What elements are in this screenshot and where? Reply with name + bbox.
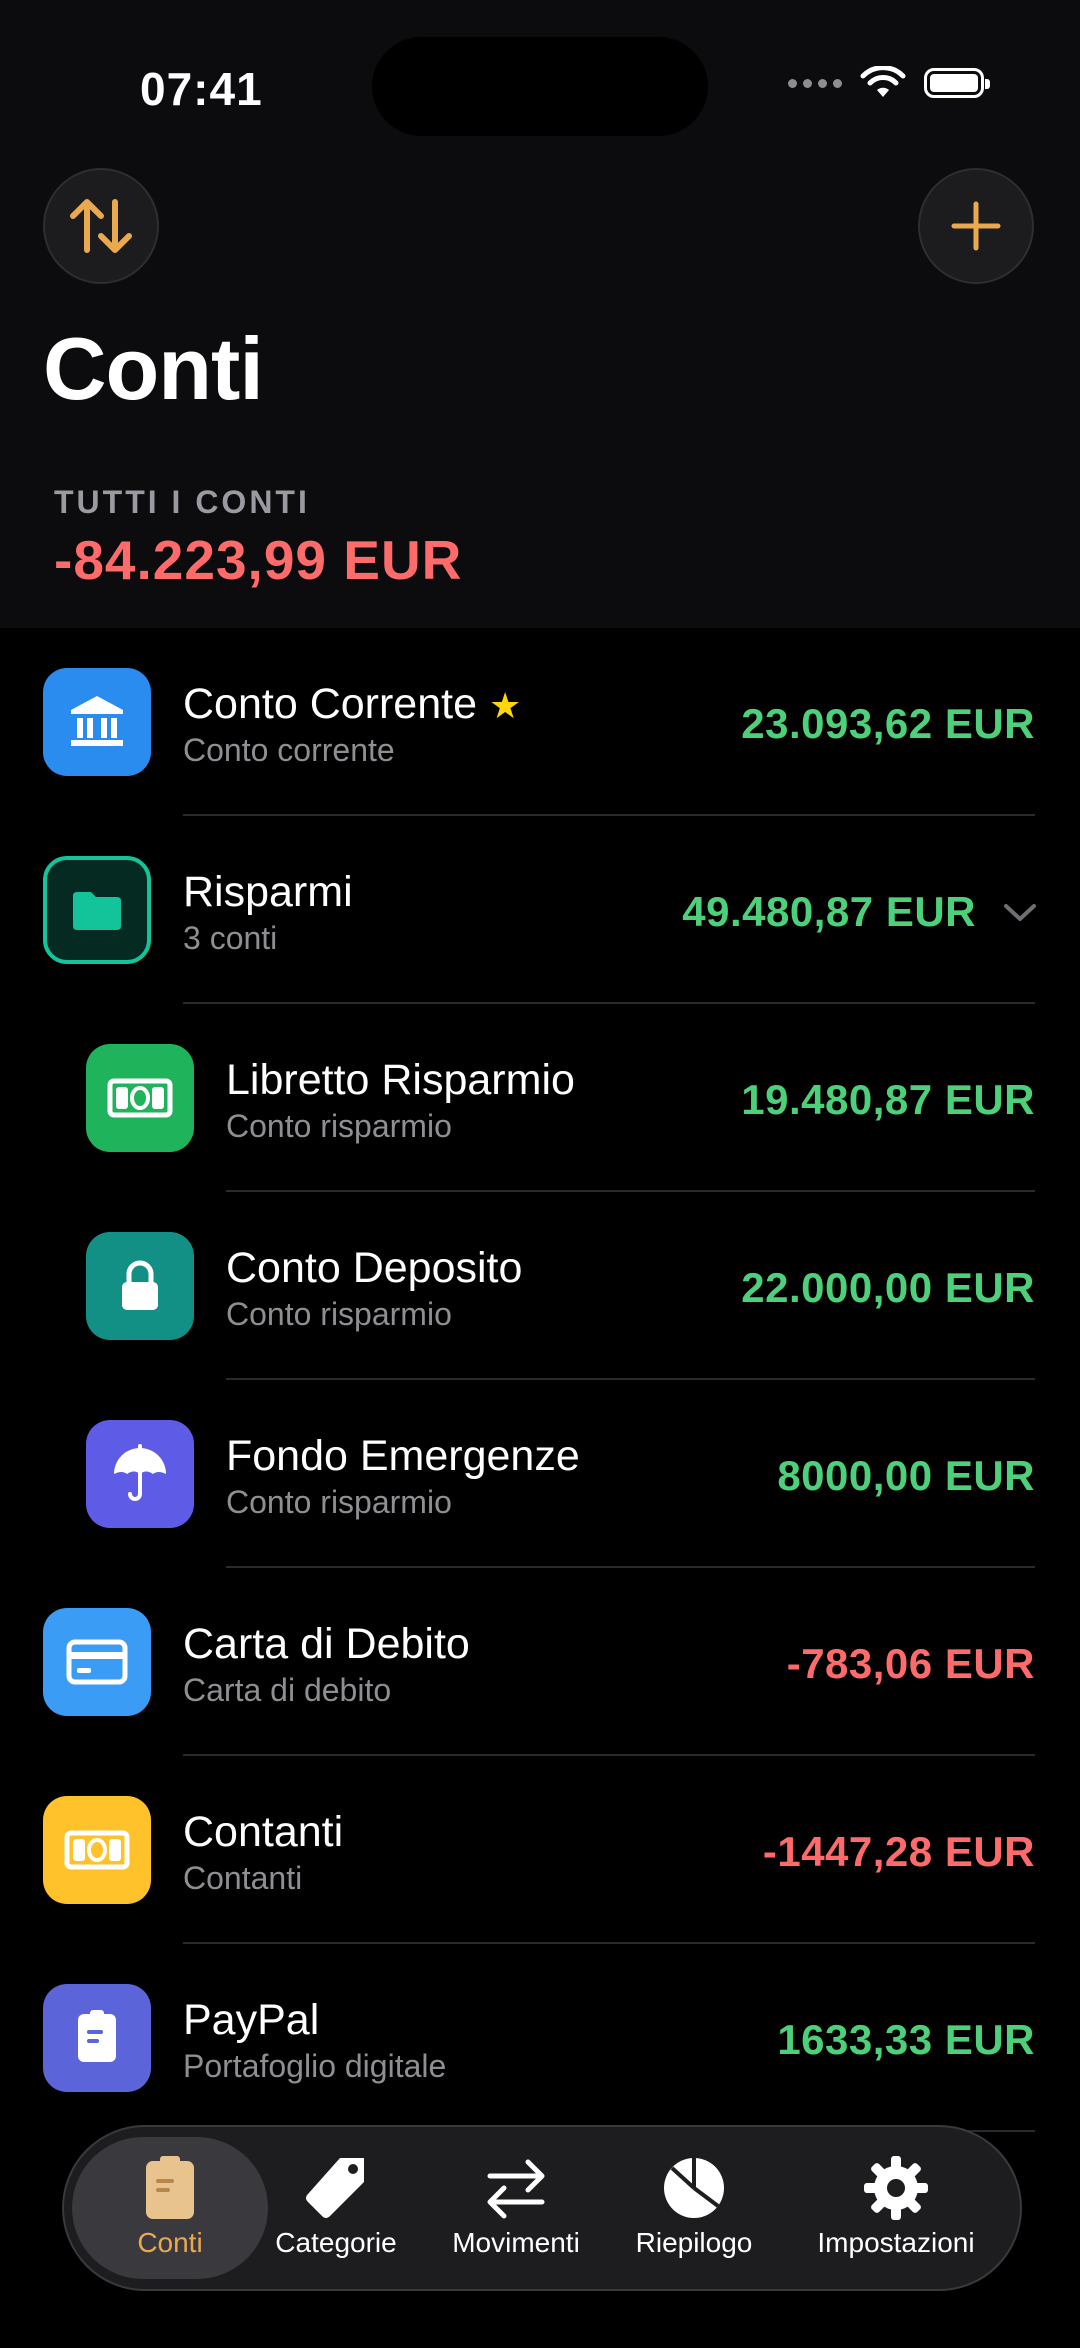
status-time: 07:41: [140, 63, 263, 115]
account-group-risparmi[interactable]: Risparmi 3 conti 49.480,87 EUR: [0, 816, 1080, 1004]
account-name: PayPal: [183, 1996, 320, 2044]
total-balance: -84.223,99 EUR: [54, 529, 463, 591]
battery-icon: [924, 68, 990, 98]
add-account-button[interactable]: [918, 168, 1034, 284]
account-row-carta-di-debito[interactable]: Carta di Debito Carta di debito -783,06 …: [0, 1568, 1080, 1756]
folder-icon: [43, 856, 151, 964]
tab-movimenti[interactable]: Movimenti: [426, 2149, 606, 2279]
banknote-icon: [86, 1044, 194, 1152]
tab-label: Impostazioni: [817, 2227, 975, 2258]
account-name: Conto Deposito: [226, 1244, 523, 1292]
account-name: Risparmi: [183, 868, 353, 916]
account-balance: 22.000,00 EUR: [741, 1264, 1035, 1311]
account-balance: 8000,00 EUR: [777, 1452, 1035, 1499]
account-balance: -783,06 EUR: [786, 1640, 1035, 1687]
account-row-paypal[interactable]: PayPal Portafoglio digitale 1633,33 EUR: [0, 1944, 1080, 2132]
tab-impostazioni[interactable]: Impostazioni: [796, 2149, 996, 2279]
tab-label: Riepilogo: [635, 2227, 753, 2258]
tab-label: Movimenti: [452, 2227, 580, 2258]
wallet-icon: [43, 1984, 151, 2092]
bank-icon: [43, 668, 151, 776]
dynamic-island: [372, 37, 708, 136]
account-type: Conto risparmio: [226, 1296, 452, 1332]
tab-label: Conti: [137, 2227, 203, 2258]
account-count: 3 conti: [183, 920, 278, 956]
account-book-icon: [146, 2156, 194, 2219]
account-type: Conto risparmio: [226, 1484, 452, 1520]
sort-arrows-icon: [70, 199, 132, 253]
account-balance: -1447,28 EUR: [762, 1828, 1035, 1875]
account-row-libretto-risparmio[interactable]: Libretto Risparmio Conto risparmio 19.48…: [0, 1004, 1080, 1192]
account-row-conto-corrente[interactable]: Conto Corrente ★ Conto corrente 23.093,62…: [0, 628, 1080, 816]
credit-card-icon: [43, 1608, 151, 1716]
tab-categorie[interactable]: Categorie: [246, 2149, 426, 2279]
group-balance: 49.480,87 EUR: [682, 888, 976, 935]
tab-conti[interactable]: Conti: [80, 2149, 260, 2279]
status-icons: [788, 66, 990, 100]
total-label: TUTTI I CONTI: [54, 484, 310, 520]
chevron-down-icon[interactable]: [1002, 900, 1038, 924]
tab-riepilogo[interactable]: Riepilogo: [604, 2149, 784, 2279]
account-name: Contanti: [183, 1808, 344, 1856]
account-type: Contanti: [183, 1860, 303, 1896]
account-name: Fondo Emergenze: [226, 1432, 580, 1480]
sort-button[interactable]: [43, 168, 159, 284]
account-balance: 1633,33 EUR: [777, 2016, 1035, 2063]
account-name: Carta di Debito: [183, 1620, 470, 1668]
transfer-arrows-icon: [487, 2159, 545, 2219]
account-type: Conto corrente: [183, 732, 395, 768]
tag-icon: [306, 2158, 364, 2218]
account-type: Carta di debito: [183, 1672, 392, 1708]
plus-icon: [951, 201, 1001, 251]
gear-icon: [864, 2156, 928, 2220]
account-row-contanti[interactable]: Contanti Contanti -1447,28 EUR: [0, 1756, 1080, 1944]
account-row-conto-deposito[interactable]: Conto Deposito Conto risparmio 22.000,00…: [0, 1192, 1080, 1380]
account-balance: 19.480,87 EUR: [741, 1076, 1035, 1123]
account-balance: 23.093,62 EUR: [741, 700, 1035, 747]
lock-icon: [86, 1232, 194, 1340]
cellular-signal-icon: [788, 78, 842, 88]
account-row-fondo-emergenze[interactable]: Fondo Emergenze Conto risparmio 8000,00 …: [0, 1380, 1080, 1568]
account-name: Libretto Risparmio: [226, 1056, 575, 1104]
account-name: Conto Corrente: [183, 680, 477, 728]
wifi-icon: [860, 66, 906, 97]
account-type: Conto risparmio: [226, 1108, 452, 1144]
favorite-star-icon: ★: [489, 685, 522, 726]
account-type: Portafoglio digitale: [183, 2048, 447, 2084]
cash-icon: [43, 1796, 151, 1904]
tab-bar: Conti Categorie Movimenti Riepilogo Impo…: [62, 2125, 1022, 2291]
tab-label: Categorie: [275, 2227, 397, 2258]
umbrella-icon: [86, 1420, 194, 1528]
page-title: Conti: [43, 319, 264, 418]
pie-chart-icon: [664, 2158, 724, 2218]
